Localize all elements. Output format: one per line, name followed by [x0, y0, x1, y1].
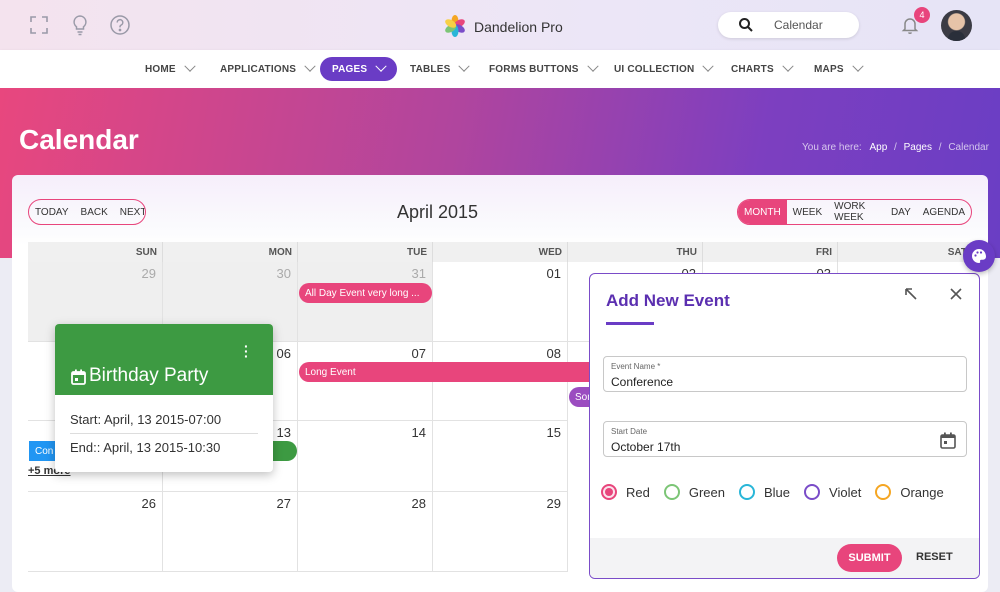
day-cell[interactable]: 28: [298, 492, 433, 572]
radio-button[interactable]: [875, 484, 892, 500]
radio-button[interactable]: [663, 484, 680, 500]
reset-button[interactable]: RESET: [916, 551, 953, 563]
radio-green[interactable]: Green: [663, 484, 725, 500]
radio-violet[interactable]: Violet: [804, 484, 861, 500]
breadcrumb: You are here: App / Pages / Calendar: [802, 142, 989, 153]
calendar-title: April 2015: [397, 202, 479, 222]
day-header: WED: [433, 242, 568, 262]
view-week-button[interactable]: WEEK: [787, 200, 828, 224]
radio-orange[interactable]: Orange: [875, 484, 944, 500]
nav-item-forms-buttons[interactable]: FORMS BUTTONS: [489, 57, 599, 81]
date-picker-icon[interactable]: [940, 432, 956, 454]
nav-item-maps[interactable]: MAPS: [814, 57, 864, 81]
breadcrumb-link-pages[interactable]: Pages: [904, 142, 932, 153]
day-cell[interactable]: 15: [433, 421, 568, 492]
event-start: Start: April, 13 2015-07:00: [70, 412, 222, 427]
chevron-down-icon: [852, 60, 864, 72]
notification-badge: 4: [914, 7, 930, 23]
start-date-input[interactable]: October 17th: [611, 440, 680, 454]
nav-item-charts[interactable]: CHARTS: [731, 57, 794, 81]
main-nav: HOME APPLICATIONS PAGES TABLES FORMS BUT…: [0, 50, 1000, 88]
chevron-down-icon: [586, 60, 599, 72]
minimize-icon[interactable]: [903, 286, 919, 307]
nav-item-applications[interactable]: APPLICATIONS: [220, 57, 316, 81]
view-work-week-button[interactable]: WORK WEEK: [828, 200, 885, 224]
brand-logo[interactable]: [443, 14, 467, 38]
calendar-icon: [71, 369, 86, 390]
day-header: FRI: [703, 242, 838, 262]
avatar[interactable]: [941, 10, 972, 41]
field-label: Start Date: [611, 427, 648, 436]
nav-item-tables[interactable]: TABLES: [410, 57, 471, 81]
radio-button[interactable]: [601, 484, 617, 500]
chevron-down-icon: [782, 60, 794, 72]
radio-blue[interactable]: Blue: [739, 484, 790, 500]
day-header: TUE: [298, 242, 433, 262]
search-box[interactable]: Calendar: [718, 12, 859, 38]
help-icon[interactable]: [108, 13, 132, 37]
day-header: SAT: [838, 242, 973, 262]
back-button[interactable]: BACK: [75, 200, 114, 224]
page-title: Calendar: [19, 124, 139, 155]
next-button[interactable]: NEXT: [114, 200, 145, 224]
color-radio-group: Red Green Blue Violet Orange: [601, 484, 958, 500]
top-bar: Dandelion Pro Calendar 4: [0, 0, 1000, 50]
view-month-button[interactable]: MONTH: [738, 200, 787, 224]
chevron-down-icon: [458, 60, 471, 72]
divider: [70, 433, 258, 434]
event-long[interactable]: Long Event: [299, 362, 599, 382]
close-icon[interactable]: [948, 286, 964, 307]
day-header: MON: [163, 242, 298, 262]
view-day-button[interactable]: DAY: [885, 200, 917, 224]
event-name-input[interactable]: Conference: [611, 375, 673, 389]
radio-button[interactable]: [739, 484, 755, 500]
lightbulb-icon[interactable]: [68, 13, 92, 37]
chevron-down-icon: [375, 60, 387, 72]
nav-item-pages[interactable]: PAGES: [320, 57, 398, 81]
event-popup-title: Birthday Party: [89, 365, 209, 386]
chevron-down-icon: [184, 60, 196, 72]
search-input[interactable]: Calendar: [774, 18, 823, 32]
nav-item-ui-collection[interactable]: UI COLLECTION: [614, 57, 715, 81]
breadcrumb-current: Calendar: [948, 142, 989, 153]
view-agenda-button[interactable]: AGENDA: [917, 200, 971, 224]
breadcrumb-link-app[interactable]: App: [869, 142, 887, 153]
event-name-field[interactable]: Event Name * Conference: [603, 356, 967, 392]
palette-icon[interactable]: [963, 240, 995, 272]
chevron-down-icon: [702, 60, 715, 72]
day-cell[interactable]: 26: [28, 492, 163, 572]
event-end: End:: April, 13 2015-10:30: [70, 440, 221, 455]
search-icon: [738, 17, 754, 38]
field-label: Event Name *: [611, 362, 661, 371]
chevron-down-icon: [304, 60, 316, 72]
day-cell[interactable]: 29: [433, 492, 568, 572]
day-header: SUN: [28, 242, 163, 262]
today-button[interactable]: TODAY: [29, 200, 75, 224]
radio-red[interactable]: Red: [601, 484, 650, 500]
day-cell[interactable]: 14: [298, 421, 433, 492]
brand-name[interactable]: Dandelion Pro: [474, 19, 563, 35]
radio-button[interactable]: [804, 484, 821, 500]
event-popup: Birthday Party · · · Start: April, 13 2015…: [55, 324, 273, 472]
dialog-title: Add New Event: [606, 291, 730, 310]
submit-button[interactable]: SUBMIT: [837, 544, 902, 572]
event-all-day[interactable]: All Day Event very long ...: [299, 283, 432, 303]
title-underline: [606, 322, 654, 325]
day-cell[interactable]: 01: [433, 262, 568, 342]
add-event-dialog: Add New Event Event Name * Conference St…: [589, 273, 980, 579]
start-date-field[interactable]: Start Date October 17th: [603, 421, 967, 457]
fullscreen-icon[interactable]: [27, 13, 51, 37]
more-vert-icon[interactable]: · · ·: [244, 339, 249, 363]
calendar-view-buttons: MONTH WEEK WORK WEEK DAY AGENDA: [737, 199, 972, 225]
day-header: THU: [568, 242, 703, 262]
calendar-nav-buttons: TODAY BACK NEXT: [28, 199, 146, 225]
day-cell[interactable]: 27: [163, 492, 298, 572]
nav-item-home[interactable]: HOME: [145, 57, 196, 81]
